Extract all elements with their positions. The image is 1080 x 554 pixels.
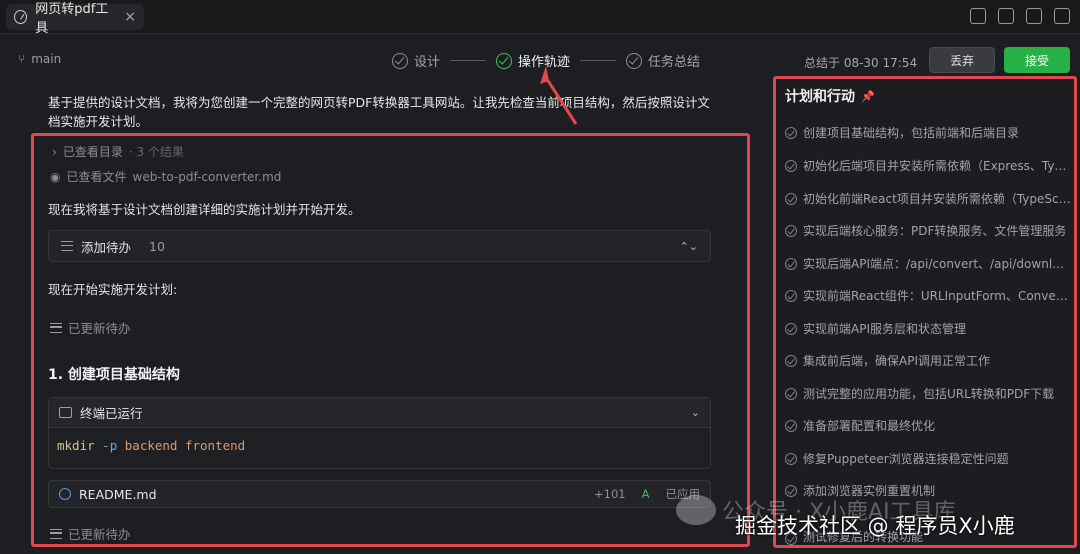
highlight-box-main bbox=[31, 133, 750, 547]
tab-title: 网页转pdf工具 bbox=[35, 2, 109, 36]
close-icon[interactable]: × bbox=[124, 9, 136, 25]
check-circle-icon bbox=[496, 52, 513, 69]
git-branch-icon: ⑂ bbox=[18, 52, 26, 66]
check-circle-icon bbox=[392, 52, 408, 69]
tab-web-to-pdf[interactable]: 网页转pdf工具 × bbox=[6, 2, 144, 36]
step-connector bbox=[450, 60, 487, 61]
step-summary[interactable]: 任务总结 bbox=[626, 51, 700, 70]
step-label: 设计 bbox=[414, 55, 441, 70]
discard-button[interactable]: 丢弃 bbox=[929, 47, 995, 73]
maximize-icon[interactable] bbox=[1026, 8, 1042, 24]
window-controls bbox=[970, 8, 1070, 24]
wechat-logo-icon bbox=[676, 495, 716, 525]
step-connector bbox=[580, 60, 617, 61]
accept-button[interactable]: 接受 bbox=[1004, 47, 1070, 73]
layout-icon[interactable] bbox=[1054, 8, 1070, 24]
copy-icon[interactable] bbox=[998, 8, 1014, 24]
branch-indicator[interactable]: ⑂ main bbox=[18, 52, 61, 66]
highlight-box-panel bbox=[773, 76, 1077, 548]
step-design[interactable]: 设计 bbox=[392, 51, 440, 70]
assistant-intro: 基于提供的设计文档，我将为您创建一个完整的网页转PDF转换器工具网站。让我先检查… bbox=[48, 95, 710, 129]
check-circle-icon bbox=[626, 52, 643, 69]
compass-icon bbox=[14, 10, 28, 24]
tab-bar: 网页转pdf工具 × bbox=[0, 0, 1080, 36]
step-label: 任务总结 bbox=[648, 55, 701, 70]
summary-timestamp: 总结于 08-30 17:54 bbox=[804, 56, 918, 70]
annotation-arrow-icon bbox=[540, 66, 578, 125]
branch-name: main bbox=[31, 52, 62, 66]
watermark-main: 掘金技术社区 @ 程序员X小鹿 bbox=[735, 514, 1015, 538]
split-view-icon[interactable] bbox=[970, 8, 986, 24]
